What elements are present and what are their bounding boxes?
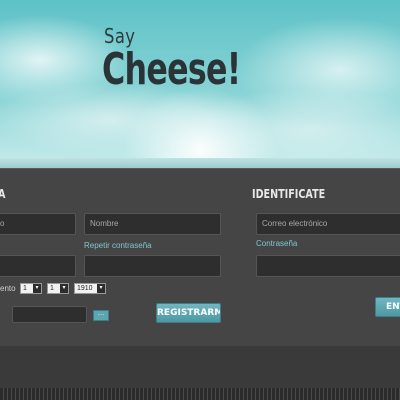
repeat-password-label: Repetir contraseña	[84, 241, 152, 250]
hero-banner: Say Cheese!	[0, 0, 400, 168]
month-value: 1	[50, 285, 54, 292]
footer	[0, 346, 400, 390]
password-label: Contraseña	[256, 239, 298, 248]
password-field[interactable]	[0, 255, 76, 277]
login-button[interactable]: ENT	[375, 297, 400, 317]
forms-panel: A o Nombre Repetir contraseña ento 1 ▾ 1…	[0, 168, 400, 347]
name-placeholder: Nombre	[90, 219, 119, 228]
register-title: A	[0, 187, 5, 201]
logo-title: Cheese!	[102, 44, 241, 95]
year-select[interactable]: 1910 ▾	[74, 283, 106, 294]
chevron-down-icon: ▾	[33, 284, 41, 293]
month-select[interactable]: 1 ▾	[47, 283, 69, 294]
repeat-password-field[interactable]	[84, 255, 221, 277]
login-title: IDENTIFICATE	[252, 187, 326, 201]
day-select[interactable]: 1 ▾	[20, 283, 42, 294]
surname-field[interactable]: o	[0, 213, 76, 235]
captcha-field[interactable]	[12, 306, 87, 323]
hero-ground	[0, 158, 400, 168]
day-value: 1	[23, 285, 27, 292]
birth-date-label: ento	[0, 284, 16, 293]
register-button[interactable]: REGISTRARME	[156, 303, 221, 323]
login-password-field[interactable]	[256, 255, 400, 277]
name-field[interactable]: Nombre	[84, 213, 221, 235]
footer-stripe	[0, 388, 400, 400]
chevron-down-icon: ▾	[97, 284, 105, 293]
more-options-button[interactable]: …	[93, 310, 109, 321]
email-field[interactable]: Correo electrónico	[256, 213, 400, 235]
email-placeholder: Correo electrónico	[262, 219, 328, 228]
chevron-down-icon: ▾	[60, 284, 68, 293]
surname-placeholder: o	[0, 219, 5, 228]
year-value: 1910	[77, 285, 93, 292]
